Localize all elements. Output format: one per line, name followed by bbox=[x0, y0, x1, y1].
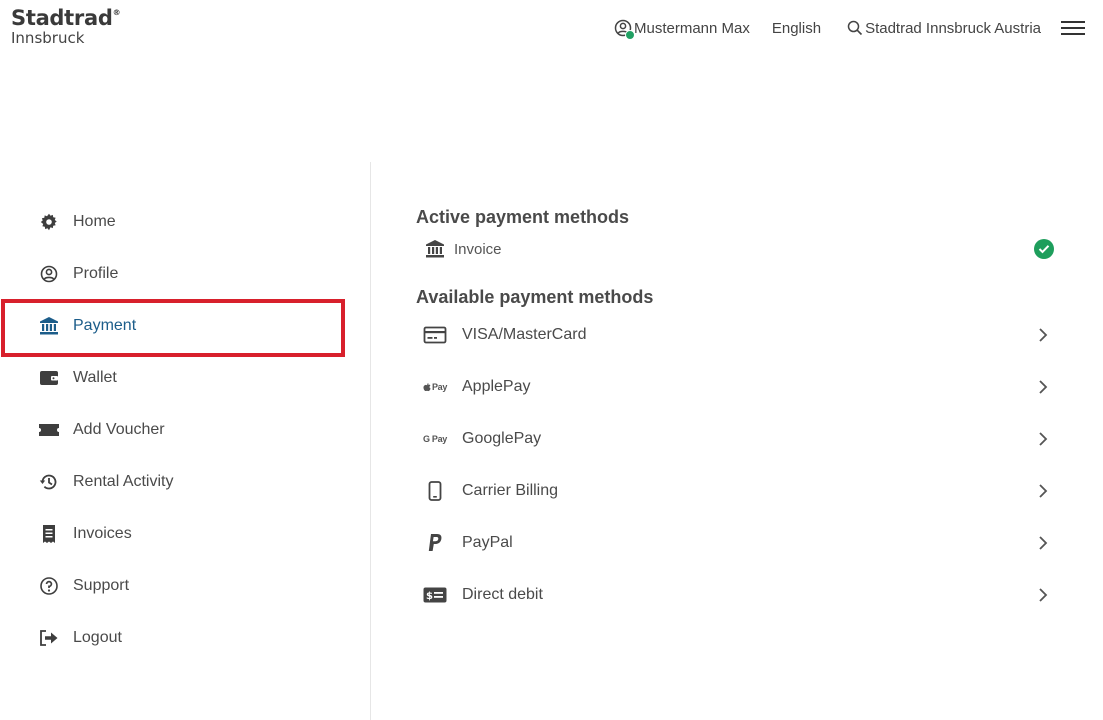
sidebar-nav: Home Profile Payment Wallet Add Voucher … bbox=[0, 196, 370, 664]
chevron-right-icon bbox=[1034, 326, 1052, 344]
logout-icon bbox=[38, 627, 60, 649]
city-label: Stadtrad Innsbruck Austria bbox=[865, 19, 1041, 37]
chevron-right-icon bbox=[1034, 534, 1052, 552]
user-circle-icon bbox=[38, 263, 60, 285]
sidebar-item-home[interactable]: Home bbox=[0, 196, 370, 248]
sidebar-item-add-voucher[interactable]: Add Voucher bbox=[0, 404, 370, 456]
brand-logo[interactable]: Stadtrad® Innsbruck bbox=[11, 6, 121, 47]
sidebar-item-label: Payment bbox=[73, 317, 137, 334]
receipt-icon bbox=[38, 523, 60, 545]
sidebar-item-label: Rental Activity bbox=[73, 473, 174, 490]
phone-icon bbox=[422, 480, 448, 502]
method-paypal[interactable]: PayPal bbox=[416, 517, 1056, 569]
sidebar-item-profile[interactable]: Profile bbox=[0, 248, 370, 300]
brand-sub: Innsbruck bbox=[11, 29, 85, 47]
method-label: PayPal bbox=[462, 534, 513, 551]
active-method-label: Invoice bbox=[454, 240, 502, 258]
paypal-icon bbox=[422, 532, 448, 554]
method-applepay[interactable]: Pay ApplePay bbox=[416, 361, 1056, 413]
sidebar-item-label: Profile bbox=[73, 265, 119, 282]
verified-badge-icon bbox=[624, 30, 635, 40]
sidebar-item-label: Logout bbox=[73, 629, 122, 646]
method-label: VISA/MasterCard bbox=[462, 326, 587, 343]
sidebar-item-logout[interactable]: Logout bbox=[0, 612, 370, 664]
help-icon bbox=[38, 575, 60, 597]
sidebar-item-label: Add Voucher bbox=[73, 421, 165, 438]
sidebar-item-label: Wallet bbox=[73, 369, 117, 386]
gear-icon bbox=[38, 211, 60, 233]
available-methods-title: Available payment methods bbox=[416, 287, 654, 307]
brand-name: Stadtrad bbox=[11, 6, 113, 30]
city-selector[interactable]: Stadtrad Innsbruck Austria bbox=[847, 20, 1041, 37]
sidebar-item-invoices[interactable]: Invoices bbox=[0, 508, 370, 560]
user-menu[interactable]: Mustermann Max bbox=[614, 19, 750, 40]
chevron-right-icon bbox=[1034, 378, 1052, 396]
chevron-right-icon bbox=[1034, 430, 1052, 448]
payment-methods-panel: Active payment methods Invoice Available… bbox=[416, 205, 1056, 621]
wallet-icon bbox=[38, 367, 60, 389]
search-icon bbox=[847, 20, 863, 36]
method-visa-mastercard[interactable]: VISA/MasterCard bbox=[416, 309, 1056, 361]
credit-card-icon bbox=[422, 324, 448, 346]
method-label: GooglePay bbox=[462, 430, 542, 447]
sidebar-divider bbox=[370, 162, 371, 720]
sidebar-item-rental-activity[interactable]: Rental Activity bbox=[0, 456, 370, 508]
method-googlepay[interactable]: G Pay GooglePay bbox=[416, 413, 1056, 465]
bank-icon bbox=[38, 315, 60, 337]
method-label: Direct debit bbox=[462, 586, 543, 603]
chevron-right-icon bbox=[1034, 586, 1052, 604]
sidebar-item-support[interactable]: Support bbox=[0, 560, 370, 612]
sidebar-item-payment[interactable]: Payment bbox=[0, 300, 370, 352]
method-label: ApplePay bbox=[462, 378, 531, 395]
chevron-right-icon bbox=[1034, 482, 1052, 500]
apple-pay-icon: Pay bbox=[422, 376, 448, 398]
language-label: English bbox=[771, 19, 822, 37]
google-pay-icon: G Pay bbox=[422, 434, 447, 444]
direct-debit-icon: $ bbox=[422, 584, 448, 606]
hamburger-menu-icon[interactable] bbox=[1061, 21, 1085, 35]
method-direct-debit[interactable]: $ Direct debit bbox=[416, 569, 1056, 621]
svg-text:$: $ bbox=[426, 591, 433, 602]
active-method-invoice: Invoice bbox=[416, 229, 1056, 269]
user-name: Mustermann Max bbox=[633, 19, 750, 37]
language-selector[interactable]: English bbox=[772, 20, 821, 37]
check-circle-icon bbox=[1034, 239, 1054, 259]
user-account-icon bbox=[614, 19, 635, 40]
sidebar-item-label: Home bbox=[73, 213, 116, 230]
registered-mark: ® bbox=[112, 8, 121, 17]
sidebar-item-label: Invoices bbox=[73, 525, 132, 542]
top-navigation: Mustermann Max English Stadtrad Innsbruc… bbox=[614, 18, 1085, 40]
method-carrier-billing[interactable]: Carrier Billing bbox=[416, 465, 1056, 517]
sidebar-item-wallet[interactable]: Wallet bbox=[0, 352, 370, 404]
bank-icon bbox=[424, 238, 446, 260]
ticket-icon bbox=[38, 419, 60, 441]
method-label: Carrier Billing bbox=[462, 482, 559, 499]
history-icon bbox=[38, 471, 60, 493]
sidebar-item-label: Support bbox=[73, 577, 130, 594]
active-methods-title: Active payment methods bbox=[416, 207, 630, 227]
